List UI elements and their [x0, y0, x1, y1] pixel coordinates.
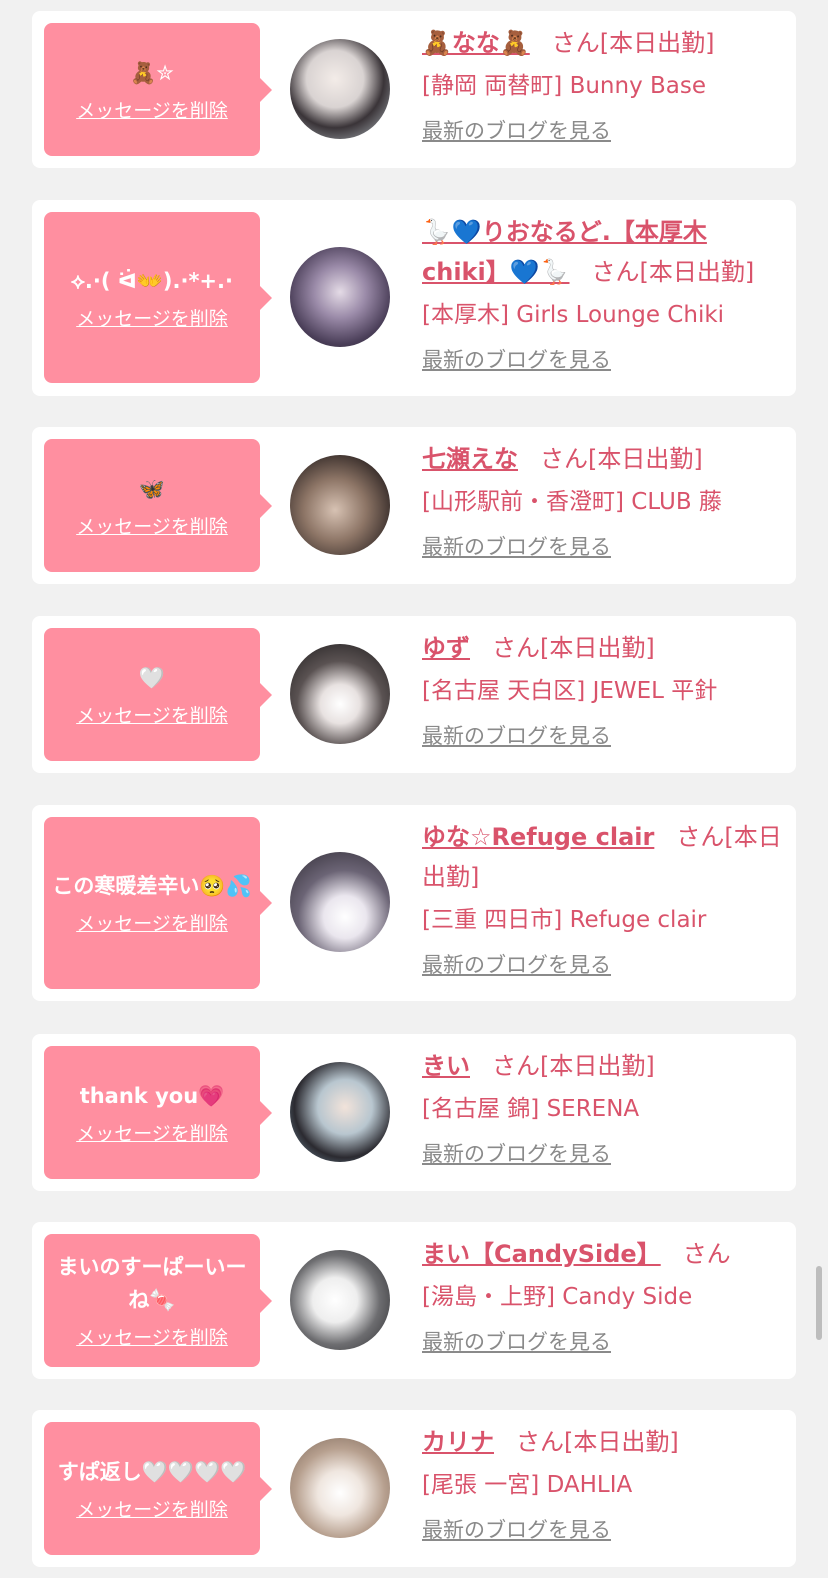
message-text: thank you💗 — [79, 1083, 225, 1108]
shop-text: [静岡 両替町] Bunny Base — [422, 73, 707, 99]
san-label: さん — [682, 1240, 731, 1268]
delete-message-link[interactable]: メッセージを削除 — [76, 1119, 228, 1146]
message-text: まいのすーぱーいーね🍬 — [57, 1255, 247, 1312]
san-label: さん — [492, 634, 540, 662]
status-text: [本日出勤] — [639, 258, 755, 286]
message-bubble: すぱ返し🤍🤍🤍🤍 メッセージを削除 — [44, 1422, 272, 1555]
san-label: さん — [591, 258, 640, 286]
avatar[interactable] — [290, 455, 390, 555]
avatar[interactable] — [290, 39, 390, 139]
delete-message-link[interactable]: メッセージを削除 — [76, 701, 228, 728]
message-bubble: ⟡.·( ᐛ👐).·*+.· メッセージを削除 — [44, 212, 272, 383]
delete-message-link[interactable]: メッセージを削除 — [76, 304, 228, 331]
blog-link[interactable]: 最新のブログを見る — [422, 115, 611, 145]
cast-name-link[interactable]: 🧸なな🧸 — [422, 29, 530, 57]
cast-name-link[interactable]: 七瀬えな — [422, 445, 518, 473]
message-card: ⟡.·( ᐛ👐).·*+.· メッセージを削除 🪿💙りおなるど.【本厚木chik… — [32, 200, 796, 396]
delete-message-link[interactable]: メッセージを削除 — [76, 512, 228, 539]
san-label: さん — [492, 1052, 540, 1080]
cast-name-link[interactable]: カリナ — [422, 1428, 494, 1456]
blog-link[interactable]: 最新のブログを見る — [422, 344, 611, 374]
message-bubble: 🧸✮ メッセージを削除 — [44, 23, 272, 156]
message-text: すぱ返し🤍🤍🤍🤍 — [57, 1459, 247, 1484]
cast-name-link[interactable]: きい — [422, 1052, 470, 1080]
message-text: 🤍 — [138, 665, 166, 690]
avatar[interactable] — [290, 852, 390, 952]
blog-link[interactable]: 最新のブログを見る — [422, 1514, 611, 1544]
cast-name-link[interactable]: ゆず — [422, 634, 470, 662]
scrollbar-thumb[interactable] — [816, 1266, 822, 1340]
message-card: 🦋 メッセージを削除 七瀬えな さん[本日出勤] [山形駅前・香澄町] CLUB … — [32, 427, 796, 584]
cast-info: ゆず さん[本日出勤] [名古屋 天白区] JEWEL 平針 最新のブログを見る — [422, 628, 782, 750]
cast-info: きい さん[本日出勤] [名古屋 錦] SERENA 最新のブログを見る — [422, 1046, 782, 1168]
message-card: 🤍 メッセージを削除 ゆず さん[本日出勤] [名古屋 天白区] JEWEL 平針… — [32, 616, 796, 773]
delete-message-link[interactable]: メッセージを削除 — [76, 1495, 228, 1522]
status-text: [本日出勤] — [564, 1428, 679, 1456]
cast-info: 七瀬えな さん[本日出勤] [山形駅前・香澄町] CLUB 藤 最新のブログを見る — [422, 439, 782, 561]
shop-text: [山形駅前・香澄町] CLUB 藤 — [422, 489, 722, 515]
cast-info: カリナ さん[本日出勤] [尾張 一宮] DAHLIA 最新のブログを見る — [422, 1422, 782, 1544]
shop-text: [尾張 一宮] DAHLIA — [422, 1472, 633, 1498]
cast-info: 🧸なな🧸 さん[本日出勤] [静岡 両替町] Bunny Base 最新のブログを… — [422, 23, 782, 145]
blog-link[interactable]: 最新のブログを見る — [422, 1326, 611, 1356]
message-bubble: 🤍 メッセージを削除 — [44, 628, 272, 761]
cast-info: ゆな☆Refuge clair さん[本日出勤] [三重 四日市] Refuge … — [422, 817, 782, 979]
shop-text: [本厚木] Girls Lounge Chiki — [422, 302, 725, 328]
message-text: ⟡.·( ᐛ👐).·*+.· — [71, 268, 233, 293]
message-text: この寒暖差辛い🥺💦 — [52, 874, 252, 898]
avatar[interactable] — [290, 1438, 390, 1538]
message-bubble: 🦋 メッセージを削除 — [44, 439, 272, 572]
shop-text: [三重 四日市] Refuge clair — [422, 907, 707, 933]
shop-text: [湯島・上野] Candy Side — [422, 1284, 693, 1310]
cast-name-link[interactable]: ゆな☆Refuge clair — [422, 823, 654, 851]
shop-text: [名古屋 錦] SERENA — [422, 1096, 640, 1122]
delete-message-link[interactable]: メッセージを削除 — [76, 909, 228, 936]
status-text: [本日出勤] — [540, 1052, 655, 1080]
message-bubble: この寒暖差辛い🥺💦 メッセージを削除 — [44, 817, 272, 989]
cast-name-link[interactable]: まい【CandySide】 — [422, 1240, 661, 1268]
message-text: 🦋 — [138, 476, 166, 501]
avatar[interactable] — [290, 1062, 390, 1162]
message-bubble: まいのすーぱーいーね🍬 メッセージを削除 — [44, 1234, 272, 1367]
message-card: thank you💗 メッセージを削除 きい さん[本日出勤] [名古屋 錦] S… — [32, 1034, 796, 1191]
message-text: 🧸✮ — [130, 60, 174, 85]
avatar[interactable] — [290, 247, 390, 347]
shop-text: [名古屋 天白区] JEWEL 平針 — [422, 678, 718, 704]
san-label: さん — [516, 1428, 564, 1456]
status-text: [本日出勤] — [599, 29, 715, 57]
san-label: さん — [540, 445, 588, 473]
delete-message-link[interactable]: メッセージを削除 — [76, 1323, 228, 1350]
san-label: さん — [676, 823, 725, 851]
blog-link[interactable]: 最新のブログを見る — [422, 1138, 611, 1168]
blog-link[interactable]: 最新のブログを見る — [422, 720, 611, 750]
message-card: まいのすーぱーいーね🍬 メッセージを削除 まい【CandySide】 さん [湯島… — [32, 1222, 796, 1379]
delete-message-link[interactable]: メッセージを削除 — [76, 96, 228, 123]
avatar[interactable] — [290, 1250, 390, 1350]
cast-info: まい【CandySide】 さん [湯島・上野] Candy Side 最新のブロ… — [422, 1234, 782, 1356]
message-card: 🧸✮ メッセージを削除 🧸なな🧸 さん[本日出勤] [静岡 両替町] Bunny … — [32, 11, 796, 168]
san-label: さん — [551, 29, 600, 57]
message-card: すぱ返し🤍🤍🤍🤍 メッセージを削除 カリナ さん[本日出勤] [尾張 一宮] DA… — [32, 1410, 796, 1567]
message-bubble: thank you💗 メッセージを削除 — [44, 1046, 272, 1179]
status-text: [本日出勤] — [540, 634, 655, 662]
avatar[interactable] — [290, 644, 390, 744]
message-card: この寒暖差辛い🥺💦 メッセージを削除 ゆな☆Refuge clair さん[本日出… — [32, 805, 796, 1001]
status-text: [本日出勤] — [588, 445, 703, 473]
cast-info: 🪿💙りおなるど.【本厚木chiki】💙🪿 さん[本日出勤] [本厚木] Girls… — [422, 212, 782, 374]
blog-link[interactable]: 最新のブログを見る — [422, 531, 611, 561]
blog-link[interactable]: 最新のブログを見る — [422, 949, 611, 979]
